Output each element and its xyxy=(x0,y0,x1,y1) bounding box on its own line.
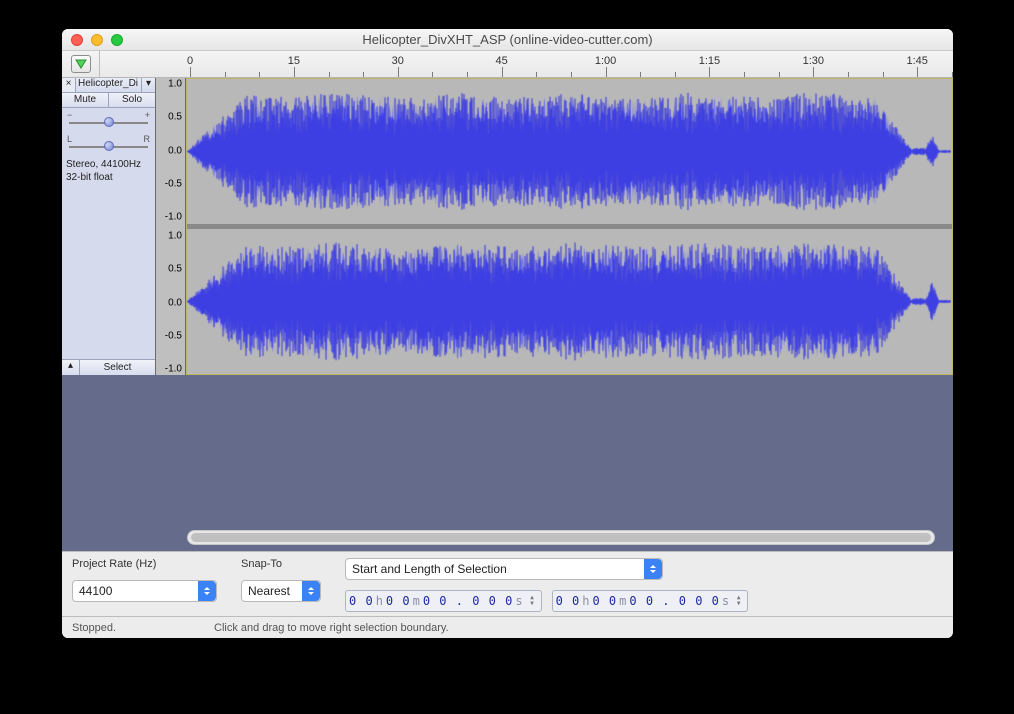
window-title: Helicopter_DivXHT_ASP (online-video-cutt… xyxy=(62,32,953,47)
gain-minus-label: − xyxy=(67,110,72,120)
pan-slider-row: L R xyxy=(62,132,155,156)
timeline-ruler[interactable]: 0 15 30 45 1:00 1:15 1:30 1:45 xyxy=(100,51,953,77)
selection-start-time[interactable]: 0 0h 0 0m 0 0 . 0 0 0s ▲▼ xyxy=(345,590,542,612)
vscale-label: 0.0 xyxy=(168,297,182,308)
dropdown-caret-icon xyxy=(644,559,662,579)
vscale-label: 0.5 xyxy=(168,264,182,275)
dropdown-caret-icon xyxy=(302,581,320,601)
vscale-label: -0.5 xyxy=(165,178,182,189)
project-rate-value: 44100 xyxy=(73,584,118,598)
vscale-label: 1.0 xyxy=(168,78,182,89)
tracks-area: × Helicopter_Di ▾ Mute Solo − + xyxy=(62,78,953,375)
project-rate-select[interactable]: 44100 xyxy=(72,580,217,602)
ruler-left-panel xyxy=(62,51,100,77)
vscale-label: 0.5 xyxy=(168,112,182,123)
track-collapse-button[interactable]: ▴ xyxy=(62,360,80,375)
ruler-tick-label: 15 xyxy=(288,55,300,67)
selection-mode-select[interactable]: Start and Length of Selection xyxy=(345,558,663,580)
audio-track: × Helicopter_Di ▾ Mute Solo − + xyxy=(62,78,953,375)
snap-to-select[interactable]: Nearest xyxy=(241,580,321,602)
timeline-ruler-row: 0 15 30 45 1:00 1:15 1:30 1:45 xyxy=(62,51,953,78)
gain-slider-thumb[interactable] xyxy=(104,117,114,127)
vscale-label: -0.5 xyxy=(165,330,182,341)
pan-slider[interactable] xyxy=(67,144,150,150)
gain-slider-row: − + xyxy=(62,108,155,132)
track-select-button[interactable]: Select xyxy=(80,360,155,375)
vscale-label: 0.0 xyxy=(168,145,182,156)
dropdown-caret-icon xyxy=(198,581,216,601)
pin-timeline-button[interactable] xyxy=(71,55,91,73)
selection-mode-value: Start and Length of Selection xyxy=(346,562,513,576)
vscale-label: -1.0 xyxy=(165,212,182,223)
gain-slider[interactable] xyxy=(67,120,150,126)
track-menu-button[interactable]: ▾ xyxy=(141,78,155,92)
waveform-left-channel[interactable] xyxy=(187,79,951,224)
playhead-marker-icon xyxy=(75,59,87,69)
horizontal-scrollbar[interactable] xyxy=(187,530,935,545)
snap-to-label: Snap-To xyxy=(241,558,331,576)
app-window: Helicopter_DivXHT_ASP (online-video-cutt… xyxy=(62,29,953,638)
waveform-area[interactable] xyxy=(186,78,953,375)
vscale-label: -1.0 xyxy=(165,364,182,375)
vscale-label: 1.0 xyxy=(168,230,182,241)
vertical-scale[interactable]: 1.0 0.5 0.0 -0.5 -1.0 1.0 0.5 0.0 -0.5 -1.0 xyxy=(156,78,186,375)
track-format-line2: 32-bit float xyxy=(66,172,151,185)
status-bar: Stopped. Click and drag to move right se… xyxy=(62,616,953,638)
project-rate-label: Project Rate (Hz) xyxy=(72,558,227,576)
ruler-tick-label: 1:15 xyxy=(699,55,720,67)
ruler-tick-label: 45 xyxy=(496,55,508,67)
ruler-tick-label: 1:00 xyxy=(595,55,616,67)
status-hint: Click and drag to move right selection b… xyxy=(214,622,449,634)
pan-slider-thumb[interactable] xyxy=(104,141,114,151)
mute-button[interactable]: Mute xyxy=(62,93,109,107)
playback-state: Stopped. xyxy=(72,622,116,634)
time-stepper[interactable]: ▲▼ xyxy=(528,595,538,607)
track-close-button[interactable]: × xyxy=(62,78,76,92)
horizontal-scrollbar-thumb[interactable] xyxy=(191,533,931,542)
track-control-panel: × Helicopter_Di ▾ Mute Solo − + xyxy=(62,78,156,375)
track-name[interactable]: Helicopter_Di xyxy=(76,78,141,92)
empty-tracks-area[interactable] xyxy=(62,375,953,551)
track-format-info: Stereo, 44100Hz 32-bit float xyxy=(62,156,155,187)
ruler-tick-label: 0 xyxy=(187,55,193,67)
selection-length-time[interactable]: 0 0h 0 0m 0 0 . 0 0 0s ▲▼ xyxy=(552,590,749,612)
time-stepper[interactable]: ▲▼ xyxy=(734,595,744,607)
ruler-tick-label: 30 xyxy=(392,55,404,67)
titlebar[interactable]: Helicopter_DivXHT_ASP (online-video-cutt… xyxy=(62,29,953,51)
snap-to-value: Nearest xyxy=(242,584,296,598)
ruler-tick-label: 1:45 xyxy=(907,55,928,67)
waveform-right-channel[interactable] xyxy=(187,229,951,374)
gain-plus-label: + xyxy=(145,110,150,120)
solo-button[interactable]: Solo xyxy=(109,93,155,107)
track-format-line1: Stereo, 44100Hz xyxy=(66,159,151,172)
pan-right-label: R xyxy=(144,134,151,144)
selection-toolbar: Project Rate (Hz) 44100 Snap-To Nearest … xyxy=(62,551,953,616)
pan-left-label: L xyxy=(67,134,72,144)
ruler-tick-label: 1:30 xyxy=(803,55,824,67)
